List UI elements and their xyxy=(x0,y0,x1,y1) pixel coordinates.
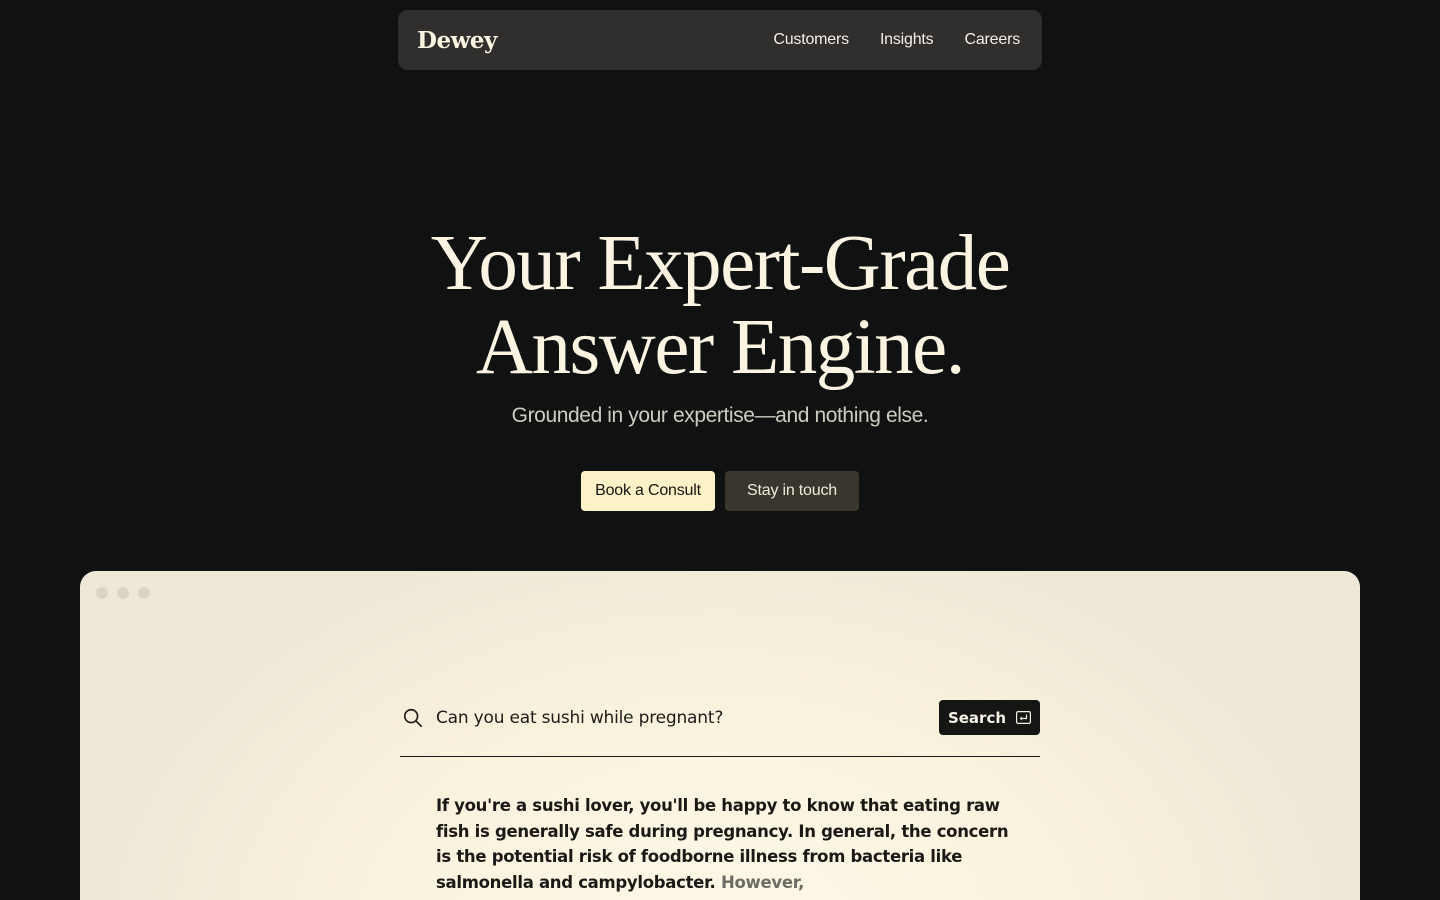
hero-title-line-2: Answer Engine. xyxy=(476,304,966,391)
window-dot-close xyxy=(96,587,108,599)
nav-link-customers[interactable]: Customers xyxy=(773,31,849,49)
demo-window: Search If you're a sushi lover, you'll b… xyxy=(80,571,1360,900)
enter-key-icon xyxy=(1016,711,1032,724)
hero-title-line-1: Your Expert-Grade xyxy=(430,220,1011,307)
answer-streaming-text: However, xyxy=(720,872,805,892)
window-dot-minimize xyxy=(117,587,129,599)
search-input[interactable] xyxy=(436,704,916,732)
window-controls xyxy=(96,587,150,599)
stay-in-touch-button[interactable]: Stay in touch xyxy=(725,471,859,511)
nav-links: Customers Insights Careers xyxy=(773,31,1020,49)
search-icon xyxy=(403,708,423,728)
search-button-label: Search xyxy=(947,708,1007,727)
search-button[interactable]: Search xyxy=(939,700,1040,735)
cta-row: Book a Consult Stay in touch xyxy=(0,471,1440,511)
top-nav: Dewey Customers Insights Careers xyxy=(398,10,1042,70)
search-bar: Search xyxy=(400,700,1040,757)
nav-link-insights[interactable]: Insights xyxy=(880,31,934,49)
logo[interactable]: Dewey xyxy=(417,27,497,54)
hero-subtitle: Grounded in your expertise—and nothing e… xyxy=(511,404,929,427)
window-dot-maximize xyxy=(138,587,150,599)
hero-title: Your Expert-Grade Answer Engine. xyxy=(0,222,1440,390)
answer-text: If you're a sushi lover, you'll be happy… xyxy=(436,793,1016,895)
nav-link-careers[interactable]: Careers xyxy=(964,31,1020,49)
book-consult-button[interactable]: Book a Consult xyxy=(581,471,715,511)
